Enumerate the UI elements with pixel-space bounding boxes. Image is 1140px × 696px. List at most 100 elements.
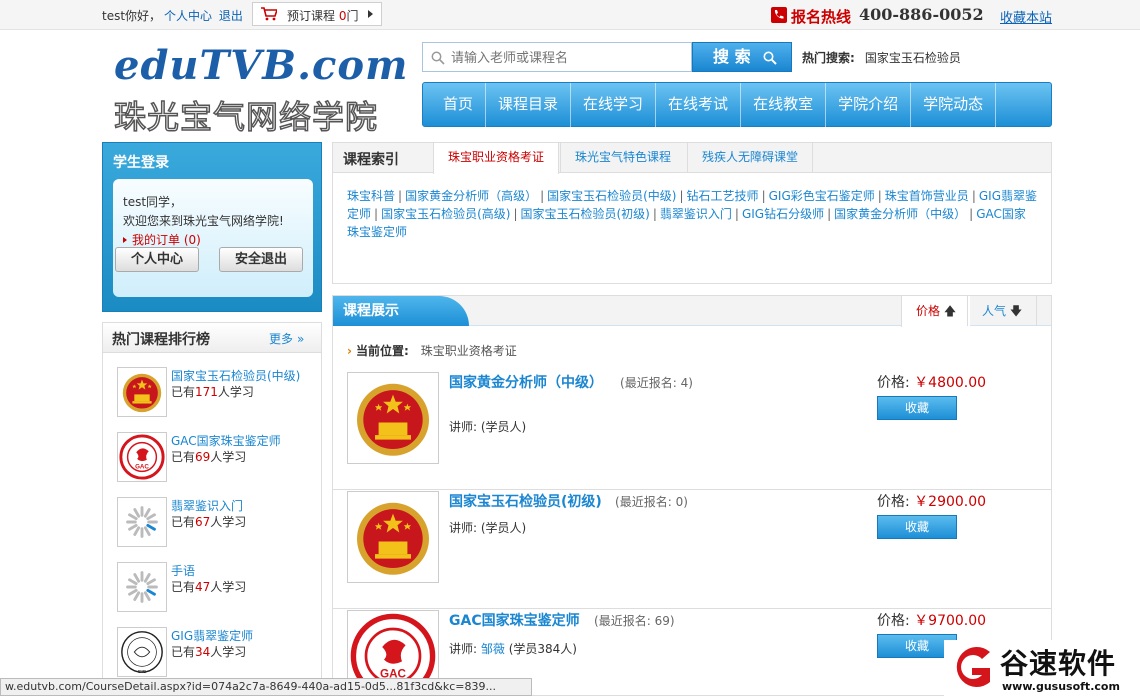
link-separator: | [877,189,882,203]
breadcrumb-label: 当前位置: [355,344,409,358]
favorite-site-link[interactable]: 收藏本站 [1000,7,1052,26]
my-orders-link[interactable]: 我的订单 (0) [123,231,201,248]
course-index-tabs: 课程索引 珠宝职业资格考证 珠光宝气特色课程 残疾人无障碍课堂 [333,143,1051,174]
nav-online-classroom[interactable]: 在线教室 [741,83,827,128]
search-button-label: 搜 索 [713,47,751,66]
nav-about[interactable]: 学院介绍 [826,83,912,128]
orders-label: 我的订单 [132,233,181,247]
course-index-link[interactable]: GIG钻石分级师 [742,207,824,221]
ranking-thumbnail[interactable] [117,562,167,612]
hot-course-ranking: 热门课程排行榜 更多» 国家宝玉石检验员(中级) 已有171人学习 GAC GAC国家… [102,322,322,696]
safe-logout-button[interactable]: 安全退出 [219,247,303,272]
cart-text: 预订课程 0门 [287,7,359,24]
course-index-link[interactable]: 国家宝玉石检验员(高级) [381,207,510,221]
sort-popularity-label: 人气 [982,304,1007,318]
recent-value: 0 [675,495,684,509]
national-emblem-icon [357,383,429,456]
course-index-link[interactable]: 国家黄金分析师（高级） [405,189,537,203]
hot-search-term[interactable]: 国家宝玉石检验员 [865,51,961,65]
ranking-item[interactable]: GIG GIG翡翠鉴定师 已有34人学习 [117,627,317,679]
ranking-item[interactable]: GAC GAC国家珠宝鉴定师 已有69人学习 [117,432,317,484]
ranking-count-value: 34 [195,645,211,659]
personal-center-link[interactable]: 个人中心 [164,9,212,23]
course-index-link[interactable]: 珠宝首饰营业员 [885,189,969,203]
course-index-link[interactable]: 国家宝玉石检验员(初级) [520,207,649,221]
personal-center-button[interactable]: 个人中心 [115,247,199,272]
sort-price-label: 价格 [916,304,941,318]
teacher-link[interactable]: 邹薇 [481,642,505,656]
ranking-course-name[interactable]: 手语 [171,562,195,579]
cart-label: 预订课程 [287,9,336,23]
link-separator: | [398,189,403,203]
course-index-link[interactable]: 国家黄金分析师（中级） [834,207,966,221]
nav-online-exam[interactable]: 在线考试 [656,83,742,128]
price-value: ￥9700.00 [914,613,987,629]
ranking-count-value: 47 [195,580,211,594]
orders-count: (0) [183,233,201,247]
ranking-course-name[interactable]: GIG翡翠鉴定师 [171,627,253,644]
ranking-more-link[interactable]: 更多» [269,330,304,347]
watermark: 谷速软件 www.gususoft.com [944,640,1140,696]
search-input[interactable] [451,49,681,67]
login-welcome: 欢迎您来到珠光宝气网络学院! [123,214,284,228]
course-index-link[interactable]: 钻石工艺技师 [687,189,759,203]
course-index-link[interactable]: 珠宝科普 [347,189,395,203]
recent-label: 最近报名: [624,376,677,390]
tab-jewelry-certificate[interactable]: 珠宝职业资格考证 [433,143,560,174]
logout-link[interactable]: 退出 [219,9,243,23]
ranking-item[interactable]: 翡翠鉴识入门 已有67人学习 [117,497,317,549]
site-logo[interactable]: eduTVB.com 珠光宝气网络学院 [110,36,420,137]
course-index-link[interactable]: GIG彩色宝石鉴定师 [769,189,875,203]
course-title[interactable]: 国家黄金分析师（中级） [449,372,603,392]
nav-online-learning[interactable]: 在线学习 [571,83,657,128]
course-recent-signups: (最近报名: 69) [594,614,675,628]
teacher-students: (学员384人) [508,642,577,656]
ranking-item[interactable]: 国家宝玉石检验员(中级) 已有171人学习 [117,367,317,419]
ranking-course-name[interactable]: 国家宝玉石检验员(中级) [171,367,300,384]
ranking-course-name[interactable]: GAC国家珠宝鉴定师 [171,432,281,449]
tab-accessible-classroom[interactable]: 残疾人无障碍课堂 [687,143,814,173]
link-separator: | [679,189,684,203]
ranking-thumbnail[interactable]: GAC [117,432,167,482]
ranking-item[interactable]: 手语 已有47人学习 [117,562,317,614]
course-thumbnail[interactable] [347,372,439,464]
svg-text:GAC: GAC [135,464,149,471]
nav-home[interactable]: 首页 [431,83,487,128]
favorite-button[interactable]: 收藏 [877,396,957,420]
ranking-thumbnail[interactable]: GIG [117,627,167,677]
price-label: 价格: [877,613,910,629]
course-thumbnail[interactable] [347,491,439,583]
search-button[interactable]: 搜 索 [692,42,792,72]
nav-news[interactable]: 学院动态 [911,83,997,128]
sort-by-price[interactable]: 价格 🡅 [901,296,971,327]
course-index-link[interactable]: 翡翠鉴识入门 [660,207,732,221]
magnifier-icon [763,51,777,65]
tab-feature-courses[interactable]: 珠光宝气特色课程 [560,143,685,173]
ranking-prefix: 已有 [171,450,196,464]
ranking-thumbnail[interactable] [117,367,167,417]
phone-icon [771,7,787,23]
course-price: 价格: ￥2900.00 [877,491,986,511]
ranking-thumbnail[interactable] [117,497,167,547]
link-separator: | [734,207,739,221]
cart-button[interactable]: 预订课程 0门 [252,2,382,26]
course-title[interactable]: 国家宝玉石检验员(初级) [449,491,602,511]
ranking-header: 热门课程排行榜 更多» [103,323,321,353]
sort-by-popularity[interactable]: 人气 🡇 [967,296,1038,326]
course-index: 课程索引 珠宝职业资格考证 珠光宝气特色课程 残疾人无障碍课堂 珠宝科普 | 国家黄… [332,142,1052,284]
chevron-right-icon: › [347,344,352,358]
nav-catalog[interactable]: 课程目录 [486,83,572,128]
link-separator: | [827,207,832,221]
ranking-suffix: 人学习 [210,580,247,594]
national-emblem-icon [122,373,162,413]
ranking-learner-count: 已有67人学习 [171,513,246,530]
loading-spinner-icon [126,571,158,603]
ranking-course-name[interactable]: 翡翠鉴识入门 [171,497,243,514]
breadcrumb-value[interactable]: 珠宝职业资格考证 [421,344,517,358]
course-display-header: 课程展示 价格 🡅 人气 🡇 [333,296,1051,327]
favorite-button[interactable]: 收藏 [877,515,957,539]
recent-value: 4 [680,376,689,390]
course-index-link[interactable]: 国家宝玉石检验员(中级) [547,189,676,203]
course-title[interactable]: GAC国家珠宝鉴定师 [449,610,580,630]
link-separator: | [540,189,545,203]
